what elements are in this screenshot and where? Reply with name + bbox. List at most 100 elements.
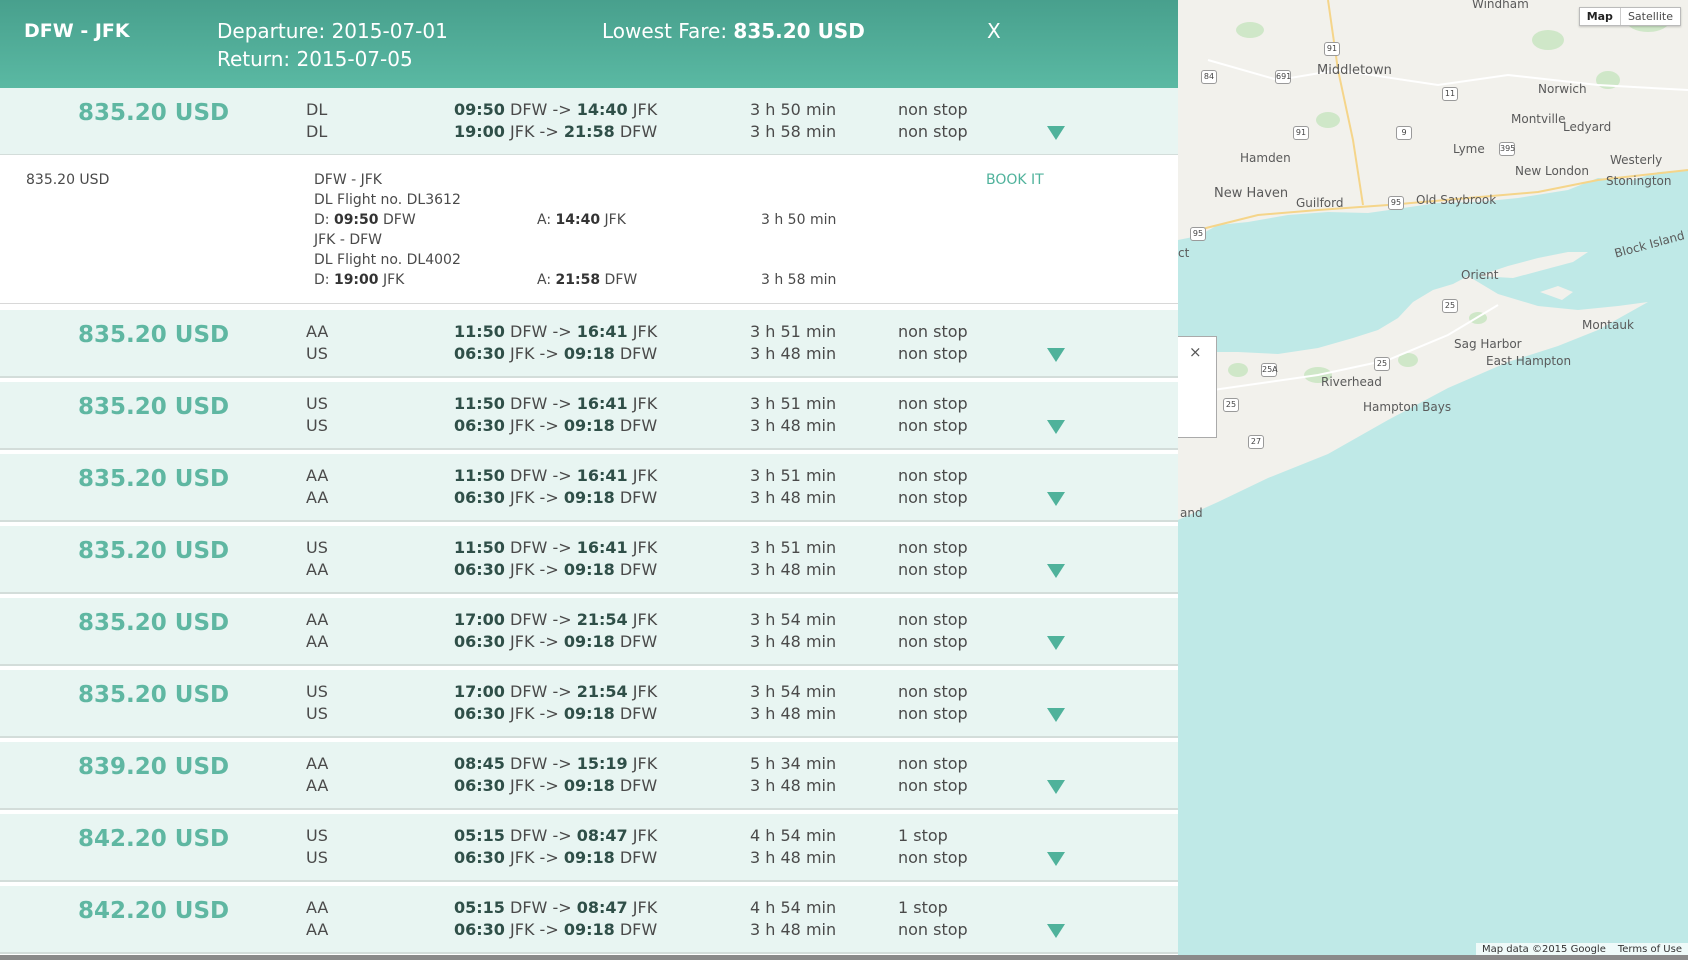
return-arrival-time: 09:18	[563, 416, 615, 435]
outbound-stops: non stop	[898, 100, 968, 119]
result-row[interactable]: 835.20 USD US AA 11:50 DFW -> 16:41 JFK 06:3…	[0, 526, 1178, 594]
flight-details: 835.20 USD BOOK IT DFW - JFK DL Flight n…	[0, 155, 1178, 304]
result-row[interactable]: 835.20 USD AA AA 11:50 DFW -> 16:41 JFK 06:3…	[0, 454, 1178, 522]
return-arrival-time: 09:18	[563, 560, 615, 579]
map[interactable]: Windham Middletown Norwich Montville Led…	[1178, 0, 1688, 960]
departure-city: DFW	[382, 212, 416, 228]
outbound-times: 08:45 DFW -> 15:19 JFK	[454, 754, 658, 773]
outbound-arrival-time: 16:41	[576, 322, 628, 341]
outbound-times: 05:15 DFW -> 08:47 JFK	[454, 898, 658, 917]
outbound-stops: non stop	[898, 754, 968, 773]
expand-arrow-icon[interactable]	[1047, 708, 1065, 722]
outbound-departure-time: 05:15	[454, 826, 505, 845]
outbound-stops: non stop	[898, 394, 968, 413]
expand-arrow-icon[interactable]	[1047, 126, 1065, 140]
map-label: Middletown	[1317, 63, 1392, 78]
departure-label: D:	[314, 212, 330, 228]
return-stops: non stop	[898, 344, 968, 363]
close-button[interactable]: X	[987, 19, 1001, 43]
lowest-fare-value: 835.20 USD	[733, 19, 865, 43]
outbound-stops: 1 stop	[898, 826, 948, 845]
expand-arrow-icon[interactable]	[1047, 348, 1065, 362]
return-times: 19:00 JFK -> 21:58 DFW	[454, 122, 658, 141]
book-it-button[interactable]: BOOK IT	[986, 172, 1044, 188]
expand-arrow-icon[interactable]	[1047, 852, 1065, 866]
outbound-times: 11:50 DFW -> 16:41 JFK	[454, 322, 658, 341]
outbound-times: 11:50 DFW -> 16:41 JFK	[454, 394, 658, 413]
route-shield: 27	[1248, 435, 1264, 449]
result-row[interactable]: 835.20 USD AA AA 17:00 DFW -> 21:54 JFK 06:3…	[0, 598, 1178, 666]
outbound-arrival-time: 16:41	[576, 466, 628, 485]
outbound-destination: JFK	[632, 754, 658, 773]
expand-arrow-icon[interactable]	[1047, 780, 1065, 794]
arrival-city: DFW	[604, 272, 638, 288]
map-label: ct	[1178, 246, 1190, 260]
return-duration: 3 h 48 min	[750, 920, 837, 939]
route-shield: 95	[1388, 196, 1404, 210]
return-duration: 3 h 48 min	[750, 560, 837, 579]
route-shield: 84	[1201, 70, 1217, 84]
outbound-departure-time: 11:50	[454, 394, 505, 413]
expand-arrow-icon[interactable]	[1047, 492, 1065, 506]
outbound-origin: DFW	[510, 826, 548, 845]
outbound-arrival-time: 21:54	[576, 610, 628, 629]
outbound-arrival-time: 14:40	[576, 100, 628, 119]
return-arrival-time: 09:18	[563, 632, 615, 651]
return-departure-time: 06:30	[454, 488, 505, 507]
map-label: New London	[1515, 164, 1589, 178]
outbound-destination: JFK	[632, 394, 658, 413]
return-departure-time: 06:30	[454, 416, 505, 435]
return-airline: US	[306, 848, 328, 867]
map-type-map[interactable]: Map	[1580, 8, 1621, 25]
map-label: Hampton Bays	[1363, 400, 1452, 414]
expand-arrow-icon[interactable]	[1047, 564, 1065, 578]
departure-date: Departure: 2015-07-01	[217, 19, 448, 43]
outbound-departure-time: 11:50	[454, 538, 505, 557]
map-type-satellite[interactable]: Satellite	[1621, 8, 1680, 25]
return-airline: AA	[306, 488, 329, 507]
return-destination: DFW	[619, 488, 658, 507]
return-stops: non stop	[898, 416, 968, 435]
outbound-airline: AA	[306, 754, 329, 773]
departure-label: D:	[314, 272, 330, 288]
outbound-departure-time: 08:45	[454, 754, 505, 773]
result-price: 835.20 USD	[78, 538, 230, 564]
result-row[interactable]: 835.20 USD US US 17:00 DFW -> 21:54 JFK 06:3…	[0, 670, 1178, 738]
return-origin: JFK	[510, 848, 535, 867]
route-shield: 11	[1442, 87, 1458, 101]
return-departure-time: 06:30	[454, 560, 505, 579]
result-row[interactable]: 839.20 USD AA AA 08:45 DFW -> 15:19 JFK 06:3…	[0, 742, 1178, 810]
return-departure-time: 06:30	[454, 344, 505, 363]
map-park	[1236, 22, 1264, 38]
return-origin: JFK	[510, 344, 535, 363]
outbound-airline: US	[306, 826, 328, 845]
outbound-stops: non stop	[898, 538, 968, 557]
return-duration: 3 h 48 min	[750, 488, 837, 507]
outbound-duration: 3 h 50 min	[750, 100, 837, 119]
route-shield: 25A	[1261, 363, 1278, 377]
result-row[interactable]: 842.20 USD US US 05:15 DFW -> 08:47 JFK 06:3…	[0, 814, 1178, 882]
segment-departure: D: 09:50 DFW	[314, 212, 416, 228]
route-title: DFW - JFK	[24, 20, 130, 42]
expand-arrow-icon[interactable]	[1047, 636, 1065, 650]
route-shield: 25	[1374, 357, 1390, 371]
return-airline: DL	[306, 122, 328, 141]
lowest-fare-label: Lowest Fare:	[602, 19, 728, 43]
segment-flight: DL Flight no. DL3612	[314, 192, 461, 208]
map-label: Orient	[1461, 268, 1499, 282]
outbound-duration: 4 h 54 min	[750, 898, 837, 917]
result-row[interactable]: 835.20 USD DL DL 09:50 DFW -> 14:40 JFK 19:0…	[0, 88, 1178, 156]
outbound-destination: JFK	[632, 538, 658, 557]
outbound-duration: 3 h 51 min	[750, 394, 837, 413]
result-row[interactable]: 842.20 USD AA AA 05:15 DFW -> 08:47 JFK 06:3…	[0, 886, 1178, 954]
route-shield: 91	[1324, 42, 1340, 56]
map-label: Montville	[1511, 112, 1566, 126]
expand-arrow-icon[interactable]	[1047, 420, 1065, 434]
popup-close-icon[interactable]: ×	[1189, 343, 1202, 361]
result-row[interactable]: 835.20 USD US US 11:50 DFW -> 16:41 JFK 06:3…	[0, 382, 1178, 450]
return-destination: DFW	[619, 704, 658, 723]
return-origin: JFK	[510, 704, 535, 723]
result-row[interactable]: 835.20 USD AA US 11:50 DFW -> 16:41 JFK 06:3…	[0, 310, 1178, 378]
expand-arrow-icon[interactable]	[1047, 924, 1065, 938]
return-origin: JFK	[510, 560, 535, 579]
